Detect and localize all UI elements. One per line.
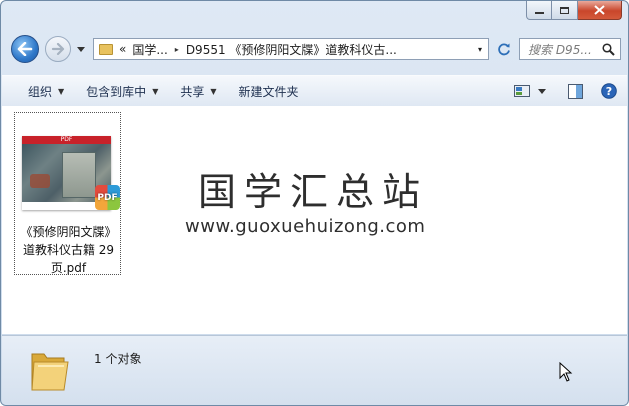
- back-arrow-icon: [17, 42, 33, 56]
- chevron-down-icon: [538, 88, 546, 94]
- dropdown-arrow-icon: ▼: [210, 86, 217, 96]
- forward-button[interactable]: [45, 36, 71, 62]
- cover-label-strip: [62, 152, 96, 198]
- mouse-pointer-icon: [559, 362, 573, 382]
- include-in-library-label: 包含到库中: [86, 84, 147, 99]
- pdf-file-icon: PDF: [95, 185, 120, 210]
- file-list-area[interactable]: PDF PDF 《预修阴阳文牒》道教科仪古籍 29页.pdf 国学汇总站 www…: [2, 106, 627, 334]
- explorer-window: « 国学... ▸ D9551 《预修阴阳文牒》道教科仪古... ▾ 搜索 D9…: [0, 0, 629, 406]
- breadcrumb-overflow[interactable]: «: [119, 42, 126, 56]
- breadcrumb-item-root[interactable]: 国学...: [132, 41, 167, 58]
- dropdown-arrow-icon: ▼: [152, 86, 159, 96]
- refresh-button[interactable]: [491, 38, 517, 60]
- back-button[interactable]: [11, 35, 39, 63]
- status-bar: 1 个对象: [2, 335, 627, 405]
- change-view-button[interactable]: [514, 85, 530, 97]
- refresh-icon: [498, 43, 510, 56]
- organize-label: 组织: [28, 84, 53, 99]
- search-box[interactable]: 搜索 D95...: [519, 38, 621, 60]
- preview-pane-icon: [568, 83, 583, 99]
- command-toolbar: 组织 ▼ 包含到库中 ▼ 共享 ▼ 新建文件夹 ?: [2, 75, 627, 107]
- minimize-button[interactable]: [526, 1, 552, 20]
- pdf-badge-label: PDF: [97, 192, 118, 203]
- preview-pane-button[interactable]: [568, 83, 583, 99]
- recent-pages-dropdown[interactable]: [76, 44, 86, 54]
- view-options-dropdown[interactable]: [538, 88, 546, 94]
- maximize-button[interactable]: [552, 1, 578, 20]
- svg-text:?: ?: [606, 85, 612, 98]
- include-in-library-menu[interactable]: 包含到库中 ▼: [75, 79, 169, 103]
- dropdown-arrow-icon: ▼: [58, 86, 65, 96]
- forward-arrow-icon: [51, 43, 65, 55]
- address-dropdown-icon[interactable]: ▾: [478, 45, 482, 54]
- item-count-label: 1 个对象: [94, 352, 142, 366]
- new-folder-label: 新建文件夹: [238, 84, 299, 99]
- search-icon[interactable]: [602, 42, 615, 56]
- close-icon: [594, 5, 605, 15]
- organize-menu[interactable]: 组织 ▼: [17, 79, 75, 103]
- folder-icon: [99, 43, 113, 55]
- help-button[interactable]: ?: [601, 83, 617, 99]
- view-controls: ?: [502, 80, 617, 102]
- maximize-icon: [560, 6, 569, 14]
- search-input[interactable]: 搜索 D95...: [528, 41, 602, 58]
- folder-icon: [31, 353, 69, 391]
- share-label: 共享: [180, 84, 205, 99]
- file-name-label[interactable]: 《预修阴阳文牒》道教科仪古籍 29页.pdf: [17, 223, 120, 277]
- close-button[interactable]: [578, 1, 622, 20]
- share-menu[interactable]: 共享 ▼: [169, 79, 227, 103]
- chevron-down-icon: [77, 46, 85, 52]
- thumbnail-header: PDF: [22, 136, 111, 144]
- new-folder-button[interactable]: 新建文件夹: [228, 79, 310, 103]
- view-icon: [514, 85, 530, 97]
- help-icon: ?: [601, 83, 617, 99]
- cover-stain: [30, 174, 50, 188]
- address-bar[interactable]: « 国学... ▸ D9551 《预修阴阳文牒》道教科仪古... ▾: [93, 38, 489, 60]
- file-item[interactable]: PDF PDF 《预修阴阳文牒》道教科仪古籍 29页.pdf: [14, 112, 121, 275]
- watermark-url: www.guoxuehuizong.com: [185, 216, 426, 237]
- navigation-bar: « 国学... ▸ D9551 《预修阴阳文牒》道教科仪古... ▾ 搜索 D9…: [1, 31, 628, 67]
- breadcrumb-item-current[interactable]: D9551 《预修阴阳文牒》道教科仪古...: [186, 41, 397, 58]
- caption-buttons: [526, 1, 622, 21]
- watermark-title: 国学汇总站: [198, 170, 429, 214]
- breadcrumb-separator[interactable]: ▸: [175, 45, 179, 54]
- minimize-icon: [534, 12, 544, 14]
